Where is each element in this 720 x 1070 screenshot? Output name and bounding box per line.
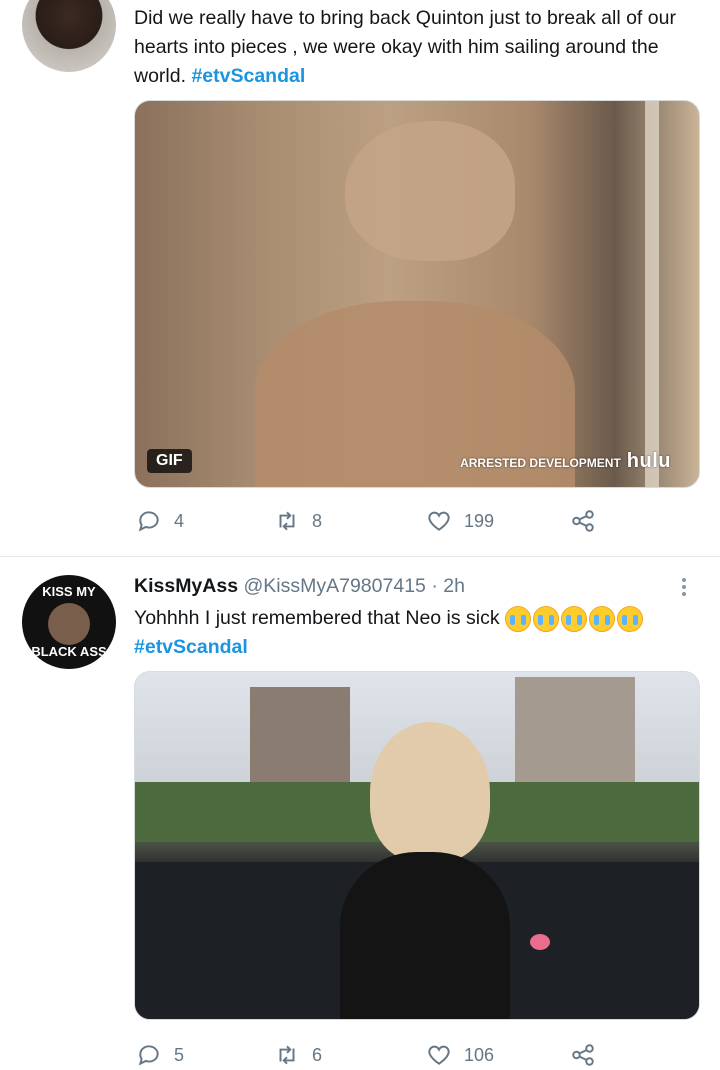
tweet-actions: 5 6 106 [134, 1040, 694, 1070]
reply-button[interactable]: 5 [136, 1040, 184, 1070]
like-button[interactable]: 106 [426, 1040, 494, 1070]
media-figure-body [340, 852, 510, 1019]
retweet-icon [279, 1045, 295, 1065]
crying-emoji-row [505, 605, 644, 632]
reply-count: 5 [174, 1044, 185, 1065]
avatar-portrait [48, 603, 90, 645]
tweet-body: Yohhhh I just remembered that Neo is sic… [134, 607, 500, 629]
tweet-time[interactable]: · 2h [431, 575, 465, 597]
more-options-icon[interactable] [682, 575, 692, 599]
crying-face-icon [617, 605, 644, 632]
tweet-text: Yohhhh I just remembered that Neo is sic… [134, 604, 704, 662]
tweet-2[interactable]: KISS MY BLACK ASS KissMyAss @KissMyA7980… [0, 0, 720, 1066]
heart-icon [428, 1045, 450, 1065]
media-rose [530, 934, 550, 950]
share-button[interactable] [570, 1040, 596, 1070]
share-icon [572, 1044, 594, 1066]
user-handle[interactable]: @KissMyA79807415 [243, 575, 425, 597]
avatar-text-top: KISS MY [42, 584, 96, 599]
like-count: 106 [464, 1044, 495, 1065]
crying-face-icon [561, 605, 588, 632]
media-figure-head [370, 722, 490, 862]
avatar[interactable]: KISS MY BLACK ASS [22, 575, 116, 669]
retweet-button[interactable]: 6 [274, 1040, 322, 1070]
reply-icon [138, 1045, 159, 1066]
display-name[interactable]: KissMyAss [134, 575, 238, 597]
crying-face-icon [589, 605, 616, 632]
tweet-media-image[interactable] [134, 671, 700, 1020]
crying-face-icon [505, 605, 532, 632]
tweet-header: KissMyAss @KissMyA79807415 · 2h [134, 575, 465, 598]
hashtag-link[interactable]: #etvScandal [134, 636, 248, 658]
crying-face-icon [533, 605, 560, 632]
retweet-count: 6 [312, 1044, 323, 1065]
avatar-text-bottom: BLACK ASS [31, 644, 107, 659]
